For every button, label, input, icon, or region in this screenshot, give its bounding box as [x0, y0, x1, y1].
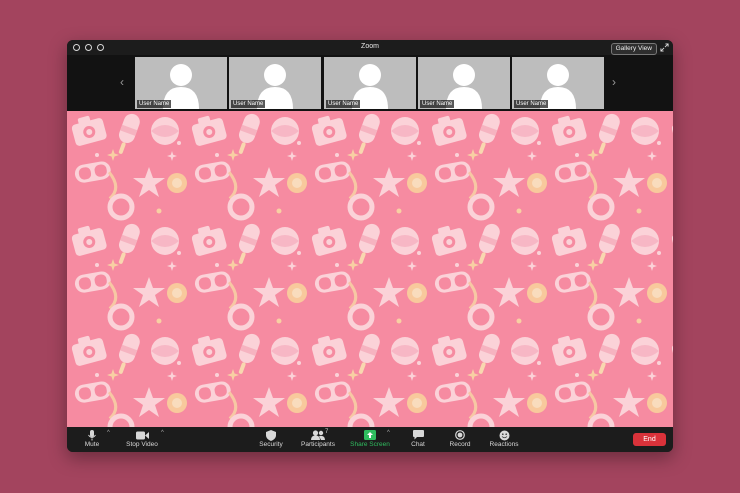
video-camera-icon: [135, 431, 149, 439]
main-video-area: [67, 111, 673, 427]
reactions-button[interactable]: Reactions: [487, 429, 521, 448]
audio-options-caret[interactable]: ^: [107, 430, 110, 436]
participant-tile[interactable]: User Name: [418, 57, 510, 109]
chat-icon: [412, 430, 424, 440]
title-bar: Zoom Gallery View: [67, 40, 673, 55]
next-page-arrow[interactable]: ›: [612, 76, 616, 88]
participants-count: 7: [325, 429, 329, 435]
participant-name: User Name: [326, 100, 361, 108]
participant-tile[interactable]: User Name: [135, 57, 227, 109]
video-options-caret[interactable]: ^: [161, 430, 164, 436]
reactions-label: Reactions: [489, 441, 519, 448]
stop-video-button[interactable]: Stop Video: [121, 429, 163, 448]
share-screen-label: Share Screen: [350, 441, 390, 448]
participants-label: Participants: [301, 441, 335, 448]
participant-name: User Name: [420, 100, 455, 108]
smiley-icon: [499, 430, 509, 440]
share-screen-icon: [364, 430, 376, 440]
security-label: Security: [259, 441, 283, 448]
record-button[interactable]: Record: [447, 429, 473, 448]
record-label: Record: [449, 441, 471, 448]
participant-tile[interactable]: User Name: [229, 57, 321, 109]
zoom-window: Zoom Gallery View ‹ User Name User Name: [67, 40, 673, 452]
stop-video-label: Stop Video: [126, 441, 158, 448]
previous-page-arrow[interactable]: ‹: [120, 76, 124, 88]
fullscreen-icon[interactable]: [660, 43, 669, 52]
participant-name: User Name: [137, 100, 172, 108]
shield-icon: [266, 429, 276, 441]
participant-name: User Name: [514, 100, 549, 108]
chat-button[interactable]: Chat: [408, 429, 428, 448]
meeting-toolbar: Mute ^ Stop Video ^ Security Participant…: [67, 427, 673, 452]
share-options-caret[interactable]: ^: [387, 430, 390, 436]
mute-label: Mute: [84, 441, 100, 448]
participant-strip: ‹ User Name User Name User Name User Nam…: [67, 55, 673, 111]
participants-icon: [311, 430, 325, 440]
mute-button[interactable]: Mute: [81, 429, 103, 448]
summer-pattern-background: [67, 111, 673, 427]
record-icon: [455, 430, 465, 440]
end-meeting-button[interactable]: End: [633, 433, 666, 446]
participant-tile[interactable]: User Name: [324, 57, 416, 109]
participants-button[interactable]: Participants: [297, 429, 339, 448]
chat-label: Chat: [411, 441, 425, 448]
security-button[interactable]: Security: [256, 429, 286, 448]
participant-name: User Name: [231, 100, 266, 108]
gallery-view-button[interactable]: Gallery View: [610, 43, 657, 55]
window-title: Zoom: [361, 43, 379, 50]
microphone-icon: [88, 429, 96, 440]
participant-tile[interactable]: User Name: [512, 57, 604, 109]
